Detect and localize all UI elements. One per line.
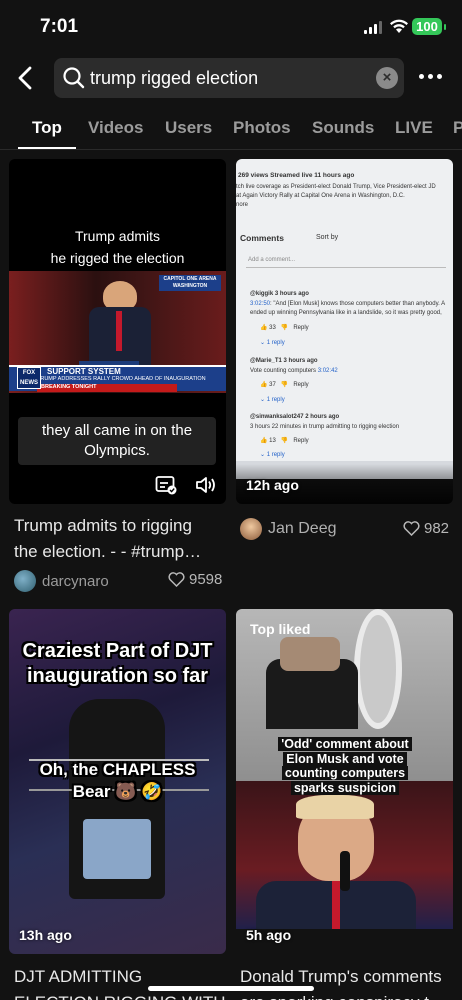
tab-sounds[interactable]: Sounds xyxy=(312,118,374,138)
thumbnail-overlay-title: Trump admits he rigged the election xyxy=(50,228,185,266)
trump-photo xyxy=(236,781,453,929)
back-arrow-icon[interactable] xyxy=(14,64,36,92)
cellular-signal-icon xyxy=(364,21,384,34)
video-caption[interactable]: DJT ADMITTING ELECTION RIGGING WITH ELON… xyxy=(14,964,226,1000)
thumbnail-overlay-subtitle: Oh, the CHAPLESS Bear 🐻 🤣 xyxy=(39,760,196,801)
heart-icon xyxy=(403,521,420,536)
tab-videos[interactable]: Videos xyxy=(88,118,143,138)
status-bar: 7:01 100 xyxy=(0,0,462,52)
video-caption[interactable]: Trump admits to rigging the election. - … xyxy=(14,513,219,565)
tab-users[interactable]: Users xyxy=(165,118,212,138)
home-indicator xyxy=(148,986,314,991)
search-query-text[interactable]: trump rigged election xyxy=(90,68,258,89)
like-count-value: 9598 xyxy=(189,571,223,588)
thumbnail-overlay-title: Craziest Part of DJT inauguration so far xyxy=(22,640,213,687)
video-thumbnail[interactable]: Trump admits he rigged the election CAPI… xyxy=(9,159,226,504)
video-thumbnail[interactable]: Top liked 'Odd' comment about Elon Musk … xyxy=(236,609,453,954)
video-age: 13h ago xyxy=(19,927,72,943)
search-tabs: Top Videos Users Photos Sounds LIVE P xyxy=(0,106,462,150)
captions-icon[interactable] xyxy=(155,475,177,495)
tab-live[interactable]: LIVE xyxy=(395,118,433,138)
status-time: 7:01 xyxy=(40,16,79,37)
video-author[interactable]: darcynaro xyxy=(14,570,109,592)
network-logo: FOX NEWS xyxy=(17,367,41,389)
video-thumbnail[interactable]: 269 views Streamed live 11 hours ago tch… xyxy=(236,159,453,504)
video-author[interactable]: Jan Deeg xyxy=(240,518,337,540)
avatar[interactable] xyxy=(14,570,36,592)
battery-indicator: 100 xyxy=(412,18,446,35)
like-count: 9598 xyxy=(168,571,222,588)
youtube-comments-screenshot: 269 views Streamed live 11 hours ago tch… xyxy=(236,159,453,479)
active-tab-indicator xyxy=(18,147,76,149)
video-subtitle: they all came in on the Olympics. xyxy=(18,417,216,465)
video-thumbnail[interactable]: Craziest Part of DJT inauguration so far… xyxy=(9,609,226,954)
tab-photos[interactable]: Photos xyxy=(233,118,291,138)
thumbnail-overlay-title: 'Odd' comment about Elon Musk and vote c… xyxy=(276,737,414,795)
like-count-value: 982 xyxy=(424,520,450,537)
heart-icon xyxy=(168,572,185,587)
avatar[interactable] xyxy=(240,518,262,540)
like-count: 982 xyxy=(403,520,449,537)
tab-top[interactable]: Top xyxy=(32,118,62,138)
video-age: 12h ago xyxy=(246,477,299,493)
video-caption[interactable]: Donald Trump's comments are sparking con… xyxy=(240,964,454,1000)
author-name[interactable]: darcynaro xyxy=(42,573,109,590)
wifi-icon xyxy=(390,19,408,33)
news-chyron: SUPPORT SYSTEM TRUMP ADDRESSES RALLY CRO… xyxy=(9,365,226,392)
tab-more-cut[interactable]: P xyxy=(453,118,462,138)
volume-icon[interactable] xyxy=(195,475,217,495)
author-name[interactable]: Jan Deeg xyxy=(268,520,337,538)
clear-search-icon[interactable]: × xyxy=(376,67,398,89)
venue-chyron: CAPITOL ONE ARENA WASHINGTON xyxy=(159,275,221,291)
top-liked-badge: Top liked xyxy=(250,621,311,637)
search-input[interactable]: trump rigged election × xyxy=(54,58,404,98)
more-options-icon[interactable] xyxy=(419,72,443,82)
search-icon xyxy=(63,67,85,89)
video-age: 5h ago xyxy=(246,927,292,943)
